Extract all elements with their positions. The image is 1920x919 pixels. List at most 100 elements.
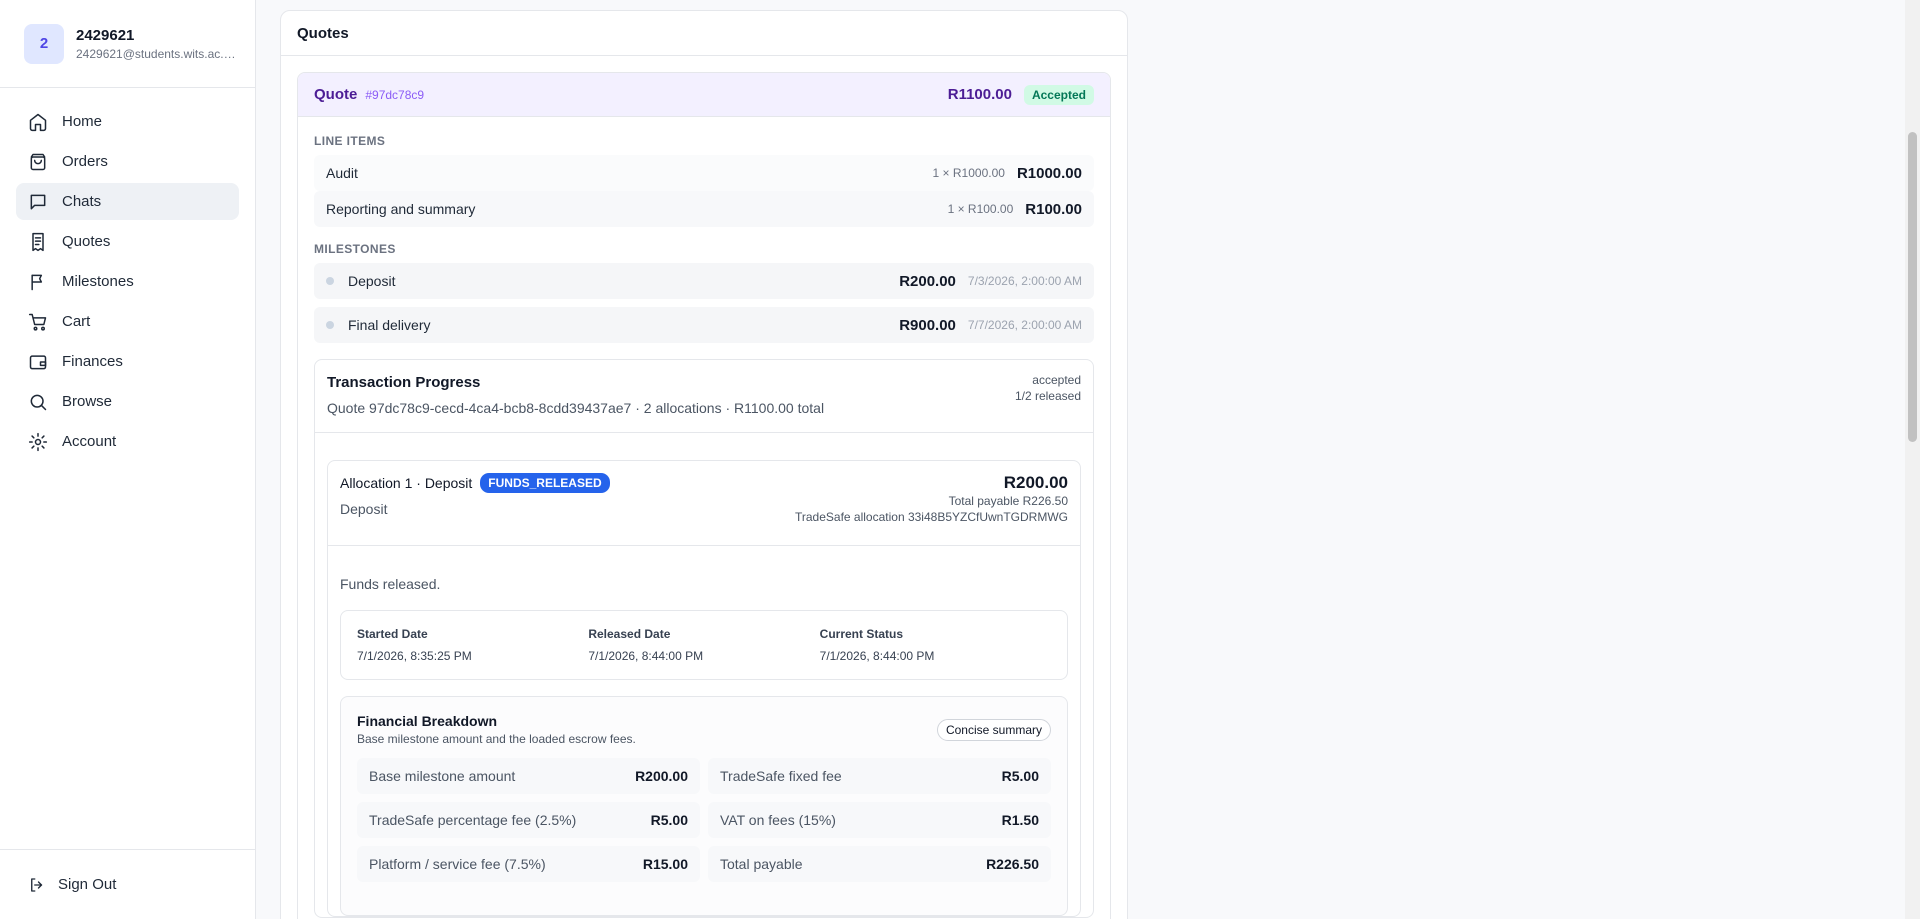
tradesafe-allocation-ref: TradeSafe allocation 33i48B5YZCfUwnTGDRM…	[795, 510, 1068, 524]
quote-id: #97dc78c9	[365, 87, 425, 102]
signout-area: Sign Out	[0, 849, 255, 919]
quote-card: Quote #97dc78c9 R1100.00 Accepted LINE I…	[297, 72, 1111, 919]
sidebar: 2 2429621 2429621@students.wits.ac.za Ho…	[0, 0, 256, 919]
sidebar-item-cart[interactable]: Cart	[16, 303, 239, 340]
fee-label: Base milestone amount	[369, 768, 516, 784]
sidebar-item-chats[interactable]: Chats	[16, 183, 239, 220]
sidebar-item-label: Home	[62, 113, 103, 130]
milestone-date: 7/3/2026, 2:00:00 AM	[967, 274, 1082, 288]
date-value: 7/1/2026, 8:35:25 PM	[357, 649, 472, 663]
user-info: 2429621 2429621@students.wits.ac.za	[76, 27, 236, 61]
allocation-header: Allocation 1 · Deposit FUNDS_RELEASED De…	[328, 461, 1080, 546]
sidebar-item-label: Chats	[62, 193, 102, 210]
fee-value: R226.50	[986, 856, 1039, 872]
sidebar-item-label: Milestones	[62, 273, 134, 290]
milestone-item: Deposit R200.00 7/3/2026, 2:00:00 AM	[314, 263, 1094, 299]
fee-value: R200.00	[635, 768, 688, 784]
milestone-dot-icon	[326, 321, 334, 329]
quote-label: Quote	[314, 86, 358, 103]
sidebar-item-label: Cart	[62, 313, 91, 330]
fee-row: VAT on fees (15%) R1.50	[708, 802, 1051, 838]
line-items-list: Audit 1 × R1000.00 R1000.00 Reporting an…	[314, 155, 1094, 227]
search-icon	[30, 394, 47, 410]
quotes-panel: Quotes Quote #97dc78c9 R1100.00 Accepted…	[280, 10, 1128, 919]
user-profile[interactable]: 2 2429621 2429621@students.wits.ac.za	[0, 0, 255, 88]
date-current-status: Current Status 7/1/2026, 8:44:00 PM	[820, 627, 1051, 679]
scrollbar-thumb[interactable]	[1908, 132, 1917, 442]
date-label: Started Date	[357, 627, 428, 641]
milestone-name: Final delivery	[348, 317, 431, 333]
sidebar-item-milestones[interactable]: Milestones	[16, 263, 239, 300]
sidebar-item-home[interactable]: Home	[16, 103, 239, 140]
milestones-heading: MILESTONES	[314, 242, 396, 256]
date-label: Current Status	[819, 627, 903, 641]
line-items-heading: LINE ITEMS	[314, 134, 386, 148]
sidebar-item-label: Browse	[62, 393, 113, 410]
fee-row: Base milestone amount R200.00	[357, 758, 700, 794]
milestone-amount: R900.00	[899, 316, 956, 334]
sidebar-item-quotes[interactable]: Quotes	[16, 223, 239, 260]
fee-row: TradeSafe fixed fee R5.00	[708, 758, 1051, 794]
line-item-name: Reporting and summary	[326, 201, 476, 217]
panel-title: Quotes	[281, 11, 1127, 56]
allocation-card: Allocation 1 · Deposit FUNDS_RELEASED De…	[327, 460, 1081, 917]
fee-label: VAT on fees (15%)	[720, 812, 836, 828]
home-icon	[29, 113, 47, 131]
logout-icon	[31, 877, 43, 892]
date-started: Started Date 7/1/2026, 8:35:25 PM	[357, 627, 588, 679]
receipt-icon	[32, 232, 44, 251]
funds-released-message: Funds released.	[340, 576, 441, 592]
date-value: 7/1/2026, 8:44:00 PM	[819, 649, 935, 663]
fee-row: TradeSafe percentage fee (2.5%) R5.00	[357, 802, 700, 838]
milestone-date: 7/7/2026, 2:00:00 AM	[967, 318, 1082, 332]
sidebar-item-finances[interactable]: Finances	[16, 343, 239, 380]
transaction-body: Allocation 1 · Deposit FUNDS_RELEASED De…	[315, 433, 1093, 917]
transaction-released-count: 1/2 released	[1014, 389, 1081, 403]
chat-icon	[30, 194, 46, 209]
milestone-name: Deposit	[348, 273, 396, 289]
date-value: 7/1/2026, 8:44:00 PM	[588, 649, 704, 663]
gear-icon	[28, 432, 48, 451]
allocation-title: Allocation 1 · Deposit	[340, 475, 473, 491]
flag-icon	[31, 274, 43, 290]
fee-row: Platform / service fee (7.5%) R15.00	[357, 846, 700, 882]
shopping-bag-icon	[30, 153, 46, 170]
avatar: 2	[24, 23, 64, 64]
milestone-item: Final delivery R900.00 7/7/2026, 2:00:00…	[314, 307, 1094, 343]
fee-label: TradeSafe percentage fee (2.5%)	[369, 812, 577, 828]
fee-value: R15.00	[642, 856, 688, 872]
milestone-amount: R200.00	[899, 272, 956, 290]
sidebar-item-browse[interactable]: Browse	[16, 383, 239, 420]
concise-summary-button[interactable]: Concise summary	[936, 719, 1051, 741]
transaction-status: accepted 1/2 released	[1015, 372, 1081, 404]
sidebar-item-label: Finances	[62, 353, 123, 370]
sidebar-item-label: Account	[62, 433, 117, 450]
sidebar-item-account[interactable]: Account	[16, 423, 239, 460]
quote-total: R1100.00	[947, 86, 1012, 103]
fee-value: R5.00	[1001, 768, 1039, 784]
sign-out-label: Sign Out	[58, 876, 117, 893]
wallet-icon	[29, 354, 47, 369]
transaction-subtitle: Quote 97dc78c9-cecd-4ca4-bcb8-8cdd39437a…	[327, 400, 825, 416]
transaction-state: accepted	[1032, 373, 1081, 387]
sign-out-button[interactable]: Sign Out	[28, 876, 116, 894]
sidebar-item-orders[interactable]: Orders	[16, 143, 239, 180]
user-email: 2429621@students.wits.ac.za	[76, 46, 236, 61]
user-name: 2429621	[76, 26, 135, 44]
line-item-name: Audit	[326, 165, 358, 181]
funds-released-badge: FUNDS_RELEASED	[480, 473, 610, 493]
financial-breakdown-grid: Base milestone amount R200.00 TradeSafe …	[357, 758, 1051, 882]
quote-header[interactable]: Quote #97dc78c9 R1100.00 Accepted	[298, 73, 1110, 117]
line-item: Audit 1 × R1000.00 R1000.00	[314, 155, 1094, 191]
cart-icon	[28, 313, 47, 331]
sidebar-nav: Home Orders Chats Quotes Milestones Cart…	[0, 88, 255, 460]
line-item-amount: R100.00	[1025, 200, 1082, 218]
allocation-body: Funds released. Started Date 7/1/2026, 8…	[328, 546, 1080, 916]
date-label: Released Date	[588, 627, 671, 641]
fee-label: Total payable	[720, 856, 803, 872]
fee-row: Total payable R226.50	[708, 846, 1051, 882]
line-item-qty: 1 × R1000.00	[932, 166, 1005, 180]
financial-breakdown: Financial Breakdown Base milestone amoun…	[340, 696, 1068, 916]
page-scrollbar[interactable]	[1905, 0, 1920, 919]
allocation-total-payable: Total payable R226.50	[948, 494, 1068, 508]
